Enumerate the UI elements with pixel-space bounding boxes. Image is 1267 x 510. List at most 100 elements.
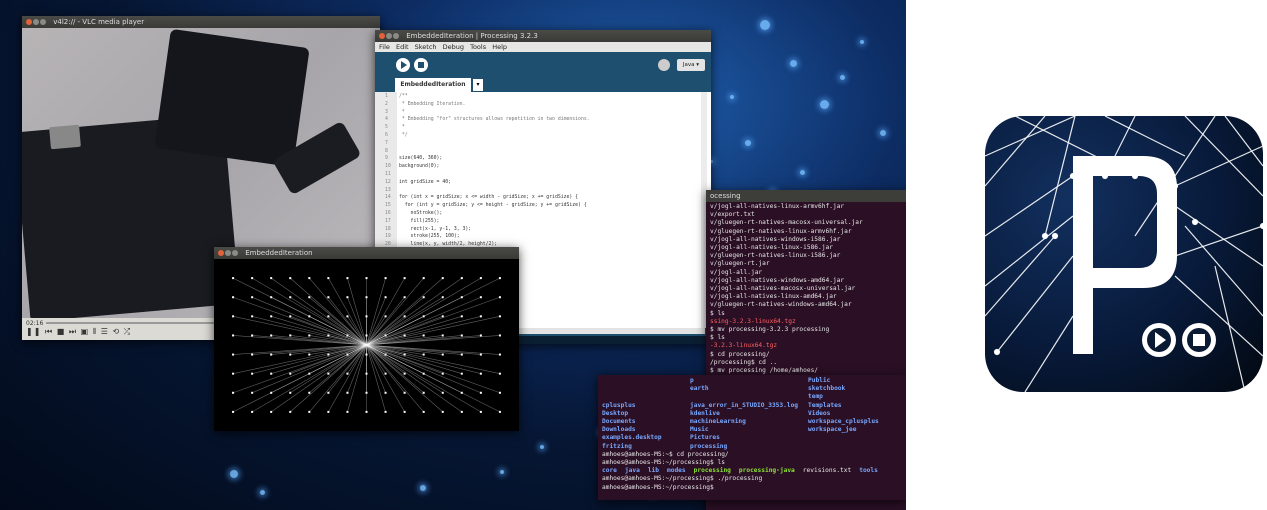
sketch-point — [460, 410, 463, 413]
terminal-line: v/gluegen-rt-natives-windows-amd64.jar — [710, 301, 852, 309]
sketch-point — [308, 410, 311, 413]
listing-row: Documents machineLearning workspace_cplusp… — [602, 418, 898, 426]
menu-file[interactable]: File — [379, 43, 390, 51]
code-line: /** — [399, 94, 408, 99]
prev-icon[interactable]: ⏮ — [45, 327, 53, 336]
wallpaper-light — [540, 445, 544, 449]
listing-entry: workspace_jee — [808, 426, 857, 434]
sketch-point — [422, 296, 425, 299]
terminal-line: v/gluegen-rt-natives-macosx-universal.ja… — [710, 219, 863, 227]
sketch-titlebar[interactable]: EmbeddedIteration — [214, 247, 519, 259]
minimize-icon[interactable] — [386, 33, 392, 39]
vlc-titlebar[interactable]: v4l2:// - VLC media player — [22, 16, 380, 28]
menu-tools[interactable]: Tools — [470, 43, 486, 51]
listing-entry: Pictures — [690, 434, 720, 442]
stop-button[interactable] — [414, 58, 428, 72]
vlc-title: v4l2:// - VLC media player — [53, 18, 145, 26]
sketch-point — [289, 277, 292, 280]
sketch-point — [232, 353, 235, 356]
sketch-line — [366, 316, 462, 346]
listing-row: Downloads Music workspace_jee — [602, 426, 898, 434]
listing-entry: cplusplus — [602, 401, 636, 409]
maximize-icon[interactable] — [232, 250, 238, 256]
sketch-point — [422, 391, 425, 394]
wallpaper-light — [745, 140, 751, 146]
terminal-titlebar[interactable]: ocessing — [706, 190, 906, 202]
playlist-icon[interactable]: ☰ — [101, 327, 109, 336]
terminal-command: amhoes@amhoes-MS:~/processing$ ls — [602, 459, 725, 467]
close-icon[interactable] — [379, 33, 385, 39]
sketch-point — [403, 410, 406, 413]
mode-selector[interactable]: Java ▾ — [677, 59, 705, 71]
sketch-point — [251, 315, 254, 318]
logo-network-line — [1174, 205, 1263, 267]
minimize-icon[interactable] — [225, 250, 231, 256]
terminal-line: $ mv processing-3.2.3 processing — [710, 326, 830, 334]
sketch-point — [346, 353, 349, 356]
minimize-icon[interactable] — [33, 19, 39, 25]
sketch-point — [384, 372, 387, 375]
line-number: 6 — [385, 133, 388, 138]
sketch-point — [270, 315, 273, 318]
maximize-icon[interactable] — [40, 19, 46, 25]
ls-entry: processing — [693, 467, 731, 475]
terminal-line: v/gluegen-rt-natives-linux-i586.jar — [710, 252, 841, 260]
stop-icon[interactable]: ■ — [57, 327, 66, 336]
menu-debug[interactable]: Debug — [443, 43, 464, 51]
listing-entry: p — [690, 377, 694, 384]
menu-help[interactable]: Help — [492, 43, 507, 51]
line-number: 7 — [385, 140, 388, 146]
arduino-uno-board — [154, 28, 310, 168]
sketch-point — [308, 315, 311, 318]
listing-row: Desktop kdenlive Videos — [602, 410, 898, 418]
sketch-point — [365, 296, 368, 299]
debug-icon[interactable] — [658, 59, 670, 71]
sketch-line — [366, 344, 462, 374]
pause-icon[interactable]: ❚❚ — [26, 327, 41, 336]
code-line: * Embedding Iteration. — [399, 101, 466, 107]
ide-menubar: File Edit Sketch Debug Tools Help — [375, 42, 711, 52]
fullscreen-icon[interactable]: ▣ — [81, 327, 90, 336]
menu-edit[interactable]: Edit — [396, 43, 409, 51]
control-buttons[interactable]: ❚❚ ⏮ ■ ⏭ ▣ ⦀ ☰ ⟲ ⤮ — [26, 327, 131, 337]
tab-embeddediteration[interactable]: EmbeddedIteration — [395, 78, 471, 92]
line-number: 8 — [385, 148, 388, 154]
loop-icon[interactable]: ⟲ — [112, 327, 120, 336]
run-button[interactable] — [396, 58, 410, 72]
sketch-point — [346, 277, 349, 280]
next-icon[interactable]: ⏭ — [69, 327, 77, 336]
wallpaper-light — [760, 20, 770, 30]
line-number: 4 — [385, 117, 388, 123]
terminal-listing: p Public earth sketchbook temp cplusplus java_… — [602, 377, 898, 492]
wallpaper-light — [230, 470, 238, 478]
ide-titlebar[interactable]: EmbeddedIteration | Processing 3.2.3 — [375, 30, 711, 42]
menu-sketch[interactable]: Sketch — [415, 43, 437, 51]
line-number: 2 — [385, 101, 388, 107]
sketch-point — [498, 372, 501, 375]
close-icon[interactable] — [218, 250, 224, 256]
sketch-point — [270, 391, 273, 394]
sketch-point — [479, 410, 482, 413]
logo-network-line — [1024, 315, 1074, 392]
sketch-point — [327, 296, 330, 299]
window-controls[interactable] — [379, 30, 400, 42]
wallpaper-light — [790, 60, 797, 67]
shuffle-icon[interactable]: ⤮ — [124, 327, 131, 336]
terminal-line: $ ls — [710, 309, 725, 317]
listing-entry: Templates — [808, 401, 842, 409]
sketch-point — [289, 315, 292, 318]
terminal-line: v/export.txt — [710, 211, 755, 219]
maximize-icon[interactable] — [393, 33, 399, 39]
listing-row: temp — [602, 393, 898, 401]
window-controls[interactable] — [218, 247, 239, 259]
terminal-line: v/jogl-all-natives-linux-amd64.jar — [710, 293, 837, 301]
code-line: fill(255); — [399, 218, 440, 224]
tab-menu-button[interactable]: ▾ — [473, 79, 483, 91]
sketch-window[interactable]: EmbeddedIteration — [214, 247, 519, 431]
window-controls[interactable] — [26, 16, 47, 28]
eq-icon[interactable]: ⦀ — [93, 327, 98, 336]
sketch-point — [346, 410, 349, 413]
close-icon[interactable] — [26, 19, 32, 25]
sketch-point — [327, 334, 330, 337]
ls-entry: tools — [859, 467, 878, 475]
